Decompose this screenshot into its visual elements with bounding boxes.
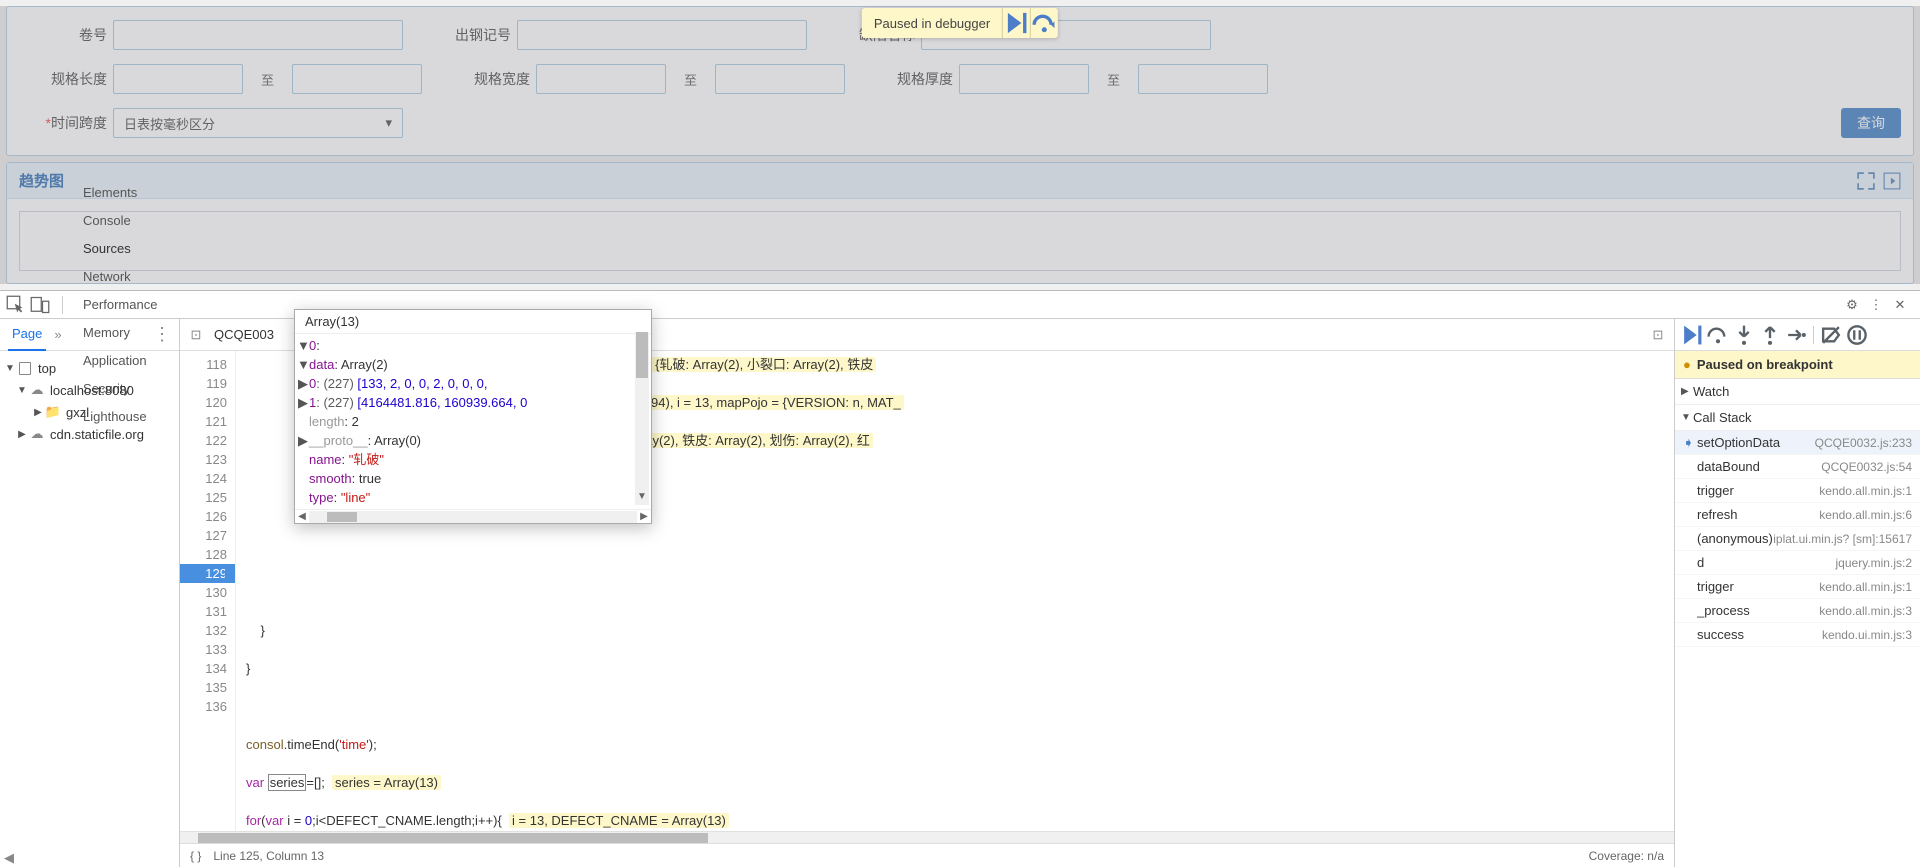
chart-body xyxy=(19,211,1901,271)
label-guige-kd: 规格宽度 xyxy=(442,69,536,89)
stack-frame[interactable]: successkendo.ui.min.js:3 xyxy=(1675,623,1920,647)
cursor-position: Line 125, Column 13 xyxy=(213,849,324,863)
tree-item[interactable]: ▼☁localhost:8080 xyxy=(4,379,175,401)
stack-frame[interactable]: djquery.min.js:2 xyxy=(1675,551,1920,575)
label-juanhao: 卷号 xyxy=(19,25,113,45)
step-over-icon[interactable] xyxy=(1707,324,1729,346)
warning-icon: ● xyxy=(1683,357,1691,372)
debugger-sidebar: ●Paused on breakpoint Watch Call Stack ➧… xyxy=(1675,319,1920,867)
object-inspector-popup: Array(13) ▼0: ▼data: Array(2) ▶0: (227) … xyxy=(294,309,652,524)
stack-frame[interactable]: refreshkendo.all.min.js:6 xyxy=(1675,503,1920,527)
label-guige-hd: 规格厚度 xyxy=(865,69,959,89)
step-over-button[interactable] xyxy=(1030,8,1058,38)
step-into-icon[interactable] xyxy=(1733,324,1755,346)
stack-frame[interactable]: ➧setOptionDataQCQE0032.js:233 xyxy=(1675,431,1920,455)
input-kd-to[interactable] xyxy=(715,64,845,94)
tree-item[interactable]: ▶📁gxzl xyxy=(4,401,175,423)
devtools-tab-performance[interactable]: Performance xyxy=(71,291,169,319)
device-icon[interactable] xyxy=(30,295,50,315)
stack-frame[interactable]: _processkendo.all.min.js:3 xyxy=(1675,599,1920,623)
pause-on-exceptions-icon[interactable] xyxy=(1846,324,1868,346)
stack-frame[interactable]: triggerkendo.all.min.js:1 xyxy=(1675,575,1920,599)
inspect-icon[interactable] xyxy=(6,295,26,315)
resume-button[interactable] xyxy=(1002,8,1030,38)
source-panel: ⊡ QCQE003 ⊡ 1181191201211221231241251261… xyxy=(180,319,1675,867)
step-out-icon[interactable] xyxy=(1759,324,1781,346)
input-kd-from[interactable] xyxy=(536,64,666,94)
file-tree: ▼top▼☁localhost:8080▶📁gxzl▶☁cdn.staticfi… xyxy=(0,351,179,867)
tree-item[interactable]: ▶☁cdn.staticfile.org xyxy=(4,423,175,445)
input-cd-from[interactable] xyxy=(113,64,243,94)
devtools-tab-sources[interactable]: Sources xyxy=(71,235,169,263)
nav-chevrons-icon[interactable]: » xyxy=(54,327,61,342)
chart-title: 趋势图 xyxy=(19,170,1849,191)
devtools-tabs: ElementsConsoleSourcesNetworkPerformance… xyxy=(0,291,1920,319)
watch-section[interactable]: Watch xyxy=(1675,379,1920,405)
input-cd-to[interactable] xyxy=(292,64,422,94)
input-chugang[interactable] xyxy=(517,20,807,50)
select-shijian[interactable]: 日表按毫秒区分▾ xyxy=(113,108,403,138)
resume-icon[interactable] xyxy=(1681,324,1703,346)
input-hd-to[interactable] xyxy=(1138,64,1268,94)
deactivate-breakpoints-icon[interactable] xyxy=(1820,324,1842,346)
devtools-tab-elements[interactable]: Elements xyxy=(71,179,169,207)
step-icon[interactable] xyxy=(1785,324,1807,346)
file-navigator: Page » ⋮ ▼top▼☁localhost:8080▶📁gxzl▶☁cdn… xyxy=(0,319,180,867)
close-icon[interactable]: ✕ xyxy=(1890,295,1910,315)
query-button[interactable]: 查询 xyxy=(1841,108,1901,138)
tab-next-icon[interactable]: ⊡ xyxy=(1648,327,1668,343)
nav-more-icon[interactable]: ⋮ xyxy=(153,324,171,345)
tree-item[interactable]: ▼top xyxy=(4,357,175,379)
chevron-down-icon: ▾ xyxy=(385,115,392,131)
coverage-status: Coverage: n/a xyxy=(1589,849,1664,863)
stack-frame[interactable]: triggerkendo.all.min.js:1 xyxy=(1675,479,1920,503)
expand-icon[interactable] xyxy=(1857,172,1875,190)
nav-tab-page[interactable]: Page xyxy=(8,319,46,351)
tab-prev-icon[interactable]: ⊡ xyxy=(186,327,206,343)
input-hd-from[interactable] xyxy=(959,64,1089,94)
label-shijian: *时间跨度 xyxy=(19,113,113,133)
paused-banner: ●Paused on breakpoint xyxy=(1675,351,1920,379)
devtools-panel: ElementsConsoleSourcesNetworkPerformance… xyxy=(0,290,1920,867)
stack-frame[interactable]: dataBoundQCQE0032.js:54 xyxy=(1675,455,1920,479)
stack-frame[interactable]: (anonymous)iplat.ui.min.js? [sm]:15617 xyxy=(1675,527,1920,551)
more-icon[interactable]: ⋮ xyxy=(1866,295,1886,315)
scroll-left-icon[interactable]: ◀ xyxy=(0,849,18,867)
label-guige-cd: 规格长度 xyxy=(19,69,113,89)
paused-in-debugger-bar: Paused in debugger xyxy=(862,8,1058,38)
expand-left-icon[interactable] xyxy=(1883,172,1901,190)
settings-icon[interactable]: ⚙ xyxy=(1842,295,1862,315)
callstack-section[interactable]: Call Stack xyxy=(1675,405,1920,431)
devtools-tab-network[interactable]: Network xyxy=(71,263,169,291)
devtools-tab-console[interactable]: Console xyxy=(71,207,169,235)
label-chugang: 出钢记号 xyxy=(423,25,517,45)
input-juanhao[interactable] xyxy=(113,20,403,50)
source-tab[interactable]: QCQE003 xyxy=(206,320,282,350)
